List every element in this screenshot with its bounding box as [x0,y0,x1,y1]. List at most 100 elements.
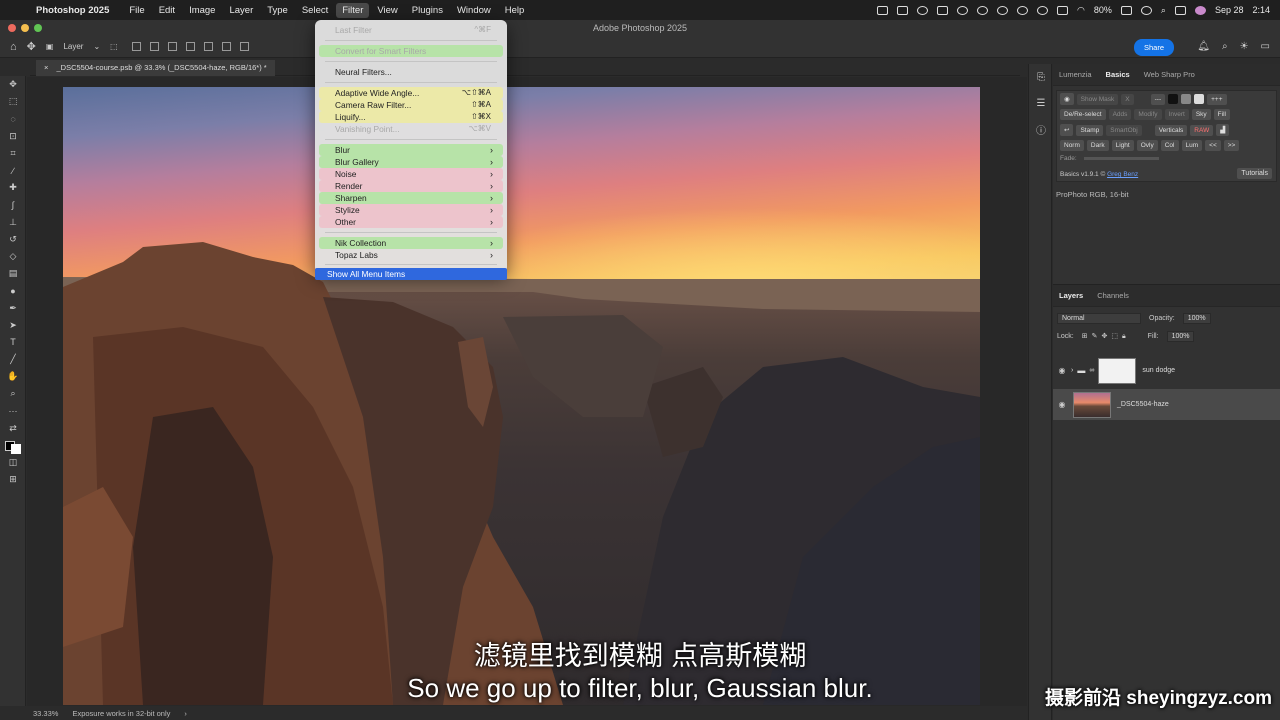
link-icon[interactable]: ∞ [1089,367,1094,374]
col-button[interactable]: Col [1160,140,1179,151]
show-mask-button[interactable]: Show Mask [1076,93,1119,105]
stamp-button[interactable]: Stamp [1076,124,1104,136]
record-icon[interactable] [1017,5,1029,15]
history-icon[interactable]: ⎘ [1029,64,1053,90]
healing-tool-icon[interactable]: ✚ [0,179,26,196]
lasso-tool-icon[interactable]: ◌ [0,110,26,127]
distribute-icon[interactable] [239,42,249,51]
move-tool-icon[interactable]: ✥ [0,76,26,93]
tab-channels[interactable]: Channels [1097,291,1129,300]
menu-item-stylize[interactable]: Stylize › [319,204,503,216]
menu-help[interactable]: Help [499,3,531,18]
battery-percent[interactable]: 80% [1094,5,1112,15]
marquee-tool-icon[interactable]: ⬚ [0,93,26,110]
dodge-tool-icon[interactable]: ● [0,282,26,299]
minus-button[interactable]: --- [1150,93,1166,105]
drop-icon[interactable] [977,5,989,15]
opacity-field[interactable]: 100% [1182,312,1211,324]
layer-row[interactable]: ◉ › ▬ ∞ sun dodge [1053,355,1280,386]
menubar-date[interactable]: Sep 28 [1215,5,1244,15]
battery-icon[interactable] [1120,5,1132,15]
app-menu[interactable]: Photoshop 2025 [36,5,109,16]
sky-button[interactable]: Sky [1191,109,1211,120]
menu-item-blur-gallery[interactable]: Blur Gallery › [319,156,503,168]
author-link[interactable]: Greg Benz [1107,171,1138,178]
layer-mask-thumbnail[interactable] [1098,357,1137,384]
move-tool-icon[interactable]: ✥ [27,40,36,53]
close-window-icon[interactable] [8,24,16,32]
layer-name[interactable]: _DSC5504-haze [1117,401,1169,408]
camera-icon[interactable] [877,5,889,15]
toggle-icon[interactable] [937,5,949,15]
menu-item-last-filter[interactable]: Last Filter ^⌘F [319,24,503,36]
expand-chevron-icon[interactable]: › [1071,367,1073,374]
zoom-level[interactable]: 33.33% [33,709,58,718]
transform-controls-icon[interactable]: ⬚ [110,42,118,51]
swap-colors-icon[interactable]: ⇄ [0,420,26,437]
minimize-window-icon[interactable] [21,24,29,32]
quick-mask-icon[interactable]: ◫ [0,454,26,471]
next-button[interactable]: >> [1223,140,1240,151]
layer-row[interactable]: ◉ _DSC5504-haze [1053,389,1280,420]
fill-field[interactable]: 100% [1166,330,1195,342]
history-brush-tool-icon[interactable]: ↺ [0,231,26,248]
undo-icon[interactable]: ↩ [1060,124,1074,136]
white-swatch[interactable] [1194,94,1205,104]
invert-button[interactable]: Invert [1164,109,1189,120]
tab-lumenzia[interactable]: Lumenzia [1059,70,1092,79]
menu-item-neural-filters[interactable]: Neural Filters... [319,66,503,78]
display-icon[interactable] [1057,5,1069,15]
menubar-time[interactable]: 2:14 [1252,5,1270,15]
menu-item-sharpen[interactable]: Sharpen › [319,192,503,204]
wifi-icon[interactable]: ◠ [1077,5,1085,16]
layer-select-dropdown[interactable]: Layer [63,42,83,51]
crop-tool-icon[interactable]: ⌗ [0,145,26,162]
menu-item-convert-smart-filters[interactable]: Convert for Smart Filters [319,45,503,57]
object-select-tool-icon[interactable]: ⊡ [0,128,26,145]
menu-file[interactable]: File [123,3,150,18]
menu-item-other[interactable]: Other › [319,216,503,228]
menu-item-show-all[interactable]: Show All Menu Items [315,268,507,280]
gradient-tool-icon[interactable]: ▤ [0,265,26,282]
path-select-tool-icon[interactable]: ➤ [0,317,26,334]
plus-button[interactable]: +++ [1207,93,1227,105]
fill-button[interactable]: Fill [1213,109,1230,120]
refresh-icon[interactable] [1037,5,1049,15]
status-message[interactable]: Exposure works in 32-bit only [72,709,170,718]
lum-button[interactable]: Lum [1181,140,1203,151]
ovly-button[interactable]: Ovly [1136,140,1158,151]
chevron-down-icon[interactable]: ⌄ [93,42,100,51]
blend-mode-select[interactable]: Normal [1057,312,1141,324]
visibility-eye-icon[interactable]: ◉ [1053,400,1071,409]
pen-tool-icon[interactable]: ✒ [0,299,26,316]
menu-item-noise[interactable]: Noise › [319,168,503,180]
black-swatch[interactable] [1168,94,1179,104]
menu-item-vanishing-point[interactable]: Vanishing Point... ⌥⌘V [319,123,503,135]
share-button[interactable]: Share [1133,39,1174,56]
deselect-button[interactable]: De/Re-select [1060,109,1106,120]
search-icon[interactable]: ⌕ [1222,41,1228,52]
zoom-tool-icon[interactable]: ⌕ [0,385,26,402]
visibility-eye-icon[interactable]: ◉ [1053,366,1071,375]
eye-toggle-icon[interactable]: ◉ [1060,93,1074,105]
align-right-icon[interactable] [167,42,177,51]
menu-type[interactable]: Type [261,3,294,18]
menu-window[interactable]: Window [451,3,497,18]
eyedropper-tool-icon[interactable]: ∕ [0,162,26,179]
menu-edit[interactable]: Edit [153,3,181,18]
x-button[interactable]: X [1121,93,1134,105]
raw-button[interactable]: RAW [1190,124,1214,136]
prev-button[interactable]: << [1205,140,1221,151]
norm-button[interactable]: Norm [1060,140,1084,151]
screenshot-icon[interactable] [897,5,909,15]
auto-select-icon[interactable]: ▣ [46,42,54,51]
menu-item-adaptive-wide-angle[interactable]: Adaptive Wide Angle... ⌥⇧⌘A [319,87,503,99]
document-tab[interactable]: × _DSC5504-course.psb @ 33.3% (_DSC5504-… [36,60,275,76]
sync-icon[interactable] [957,5,969,15]
tab-basics[interactable]: Basics [1106,70,1130,79]
color-swatches[interactable] [0,437,26,454]
dark-button[interactable]: Dark [1086,140,1109,151]
canyon-sunset-photo[interactable] [63,87,980,705]
menu-item-camera-raw-filter[interactable]: Camera Raw Filter... ⇧⌘A [319,99,503,111]
info-icon[interactable]: ⓘ [1029,116,1053,142]
